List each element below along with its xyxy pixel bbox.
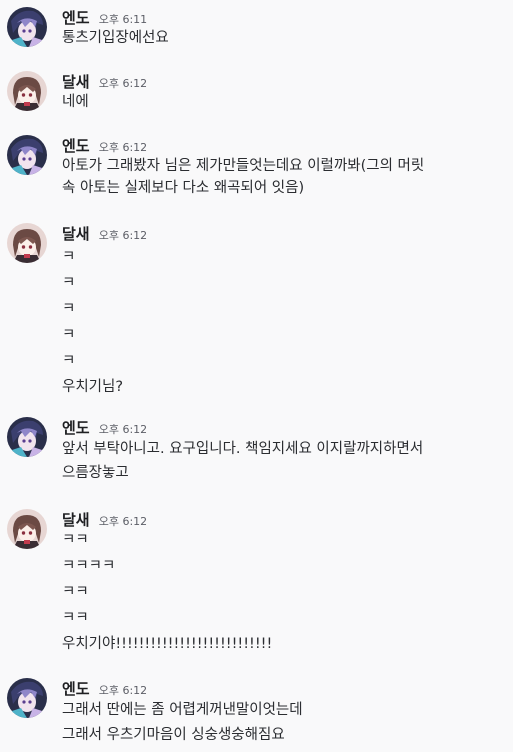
message-text: 그래서 딴에는 좀 어렵게꺼낸말이엇는데 — [62, 702, 303, 718]
endo-avatar-icon[interactable] — [7, 135, 47, 175]
message-header: 엔도 오후 6:11 — [62, 7, 147, 29]
dalsae-avatar-icon[interactable] — [7, 223, 47, 263]
endo-avatar-icon[interactable] — [7, 678, 47, 718]
timestamp: 오후 6:12 — [98, 141, 148, 154]
message-header: 달새 오후 6:12 — [62, 71, 147, 93]
message-text: ㅋㅋ — [62, 532, 89, 548]
message-text: ㅋ — [62, 301, 76, 317]
message-text: ㅋ — [62, 353, 76, 369]
message-text: 속 아토는 실제보다 다소 왜곡되어 잇음) — [62, 180, 305, 196]
message-text: ㅋㅋ — [62, 584, 89, 600]
message-header: 달새 오후 6:12 — [62, 223, 147, 245]
username[interactable]: 엔도 — [62, 137, 90, 155]
username[interactable]: 달새 — [62, 225, 90, 243]
message-text: 아토가 그래봤자 님은 제가만들엇는데요 이럴까봐(그의 머릿 — [62, 158, 425, 174]
message-text: ㅋ — [62, 327, 76, 343]
chat-log: 엔도 오후 6:11 통츠기입장에선요 달새 오후 6:12 네에 엔도 오후 … — [0, 0, 513, 752]
message-text: 으름장놓고 — [62, 465, 129, 481]
timestamp: 오후 6:12 — [98, 77, 148, 90]
message-text: 네에 — [62, 94, 89, 110]
message-text: 우치기야!!!!!!!!!!!!!!!!!!!!!!!!!!! — [62, 636, 273, 652]
dalsae-avatar-icon[interactable] — [7, 509, 47, 549]
endo-avatar-icon[interactable] — [7, 417, 47, 457]
dalsae-avatar-icon[interactable] — [7, 71, 47, 111]
message-header: 엔도 오후 6:12 — [62, 678, 147, 700]
timestamp: 오후 6:11 — [98, 13, 148, 26]
message-header: 엔도 오후 6:12 — [62, 135, 147, 157]
message-text: ㅋㅋ — [62, 610, 89, 626]
message-text: ㅋ — [62, 249, 76, 265]
username[interactable]: 달새 — [62, 73, 90, 91]
username[interactable]: 엔도 — [62, 9, 90, 27]
message-text: 그래서 우츠기마음이 싱숭생숭해짐요 — [62, 727, 285, 743]
message-text: 통츠기입장에선요 — [62, 30, 169, 46]
message-text: ㅋㅋㅋㅋ — [62, 558, 116, 574]
message-header: 엔도 오후 6:12 — [62, 417, 147, 439]
username[interactable]: 엔도 — [62, 419, 90, 437]
username[interactable]: 엔도 — [62, 680, 90, 698]
timestamp: 오후 6:12 — [98, 229, 148, 242]
message-text: 우치기님? — [62, 379, 124, 395]
timestamp: 오후 6:12 — [98, 684, 148, 697]
timestamp: 오후 6:12 — [98, 423, 148, 436]
message-text: ㅋ — [62, 275, 76, 291]
endo-avatar-icon[interactable] — [7, 7, 47, 47]
message-text: 앞서 부탁아니고. 요구입니다. 책임지세요 이지랄까지하면서 — [62, 441, 424, 457]
